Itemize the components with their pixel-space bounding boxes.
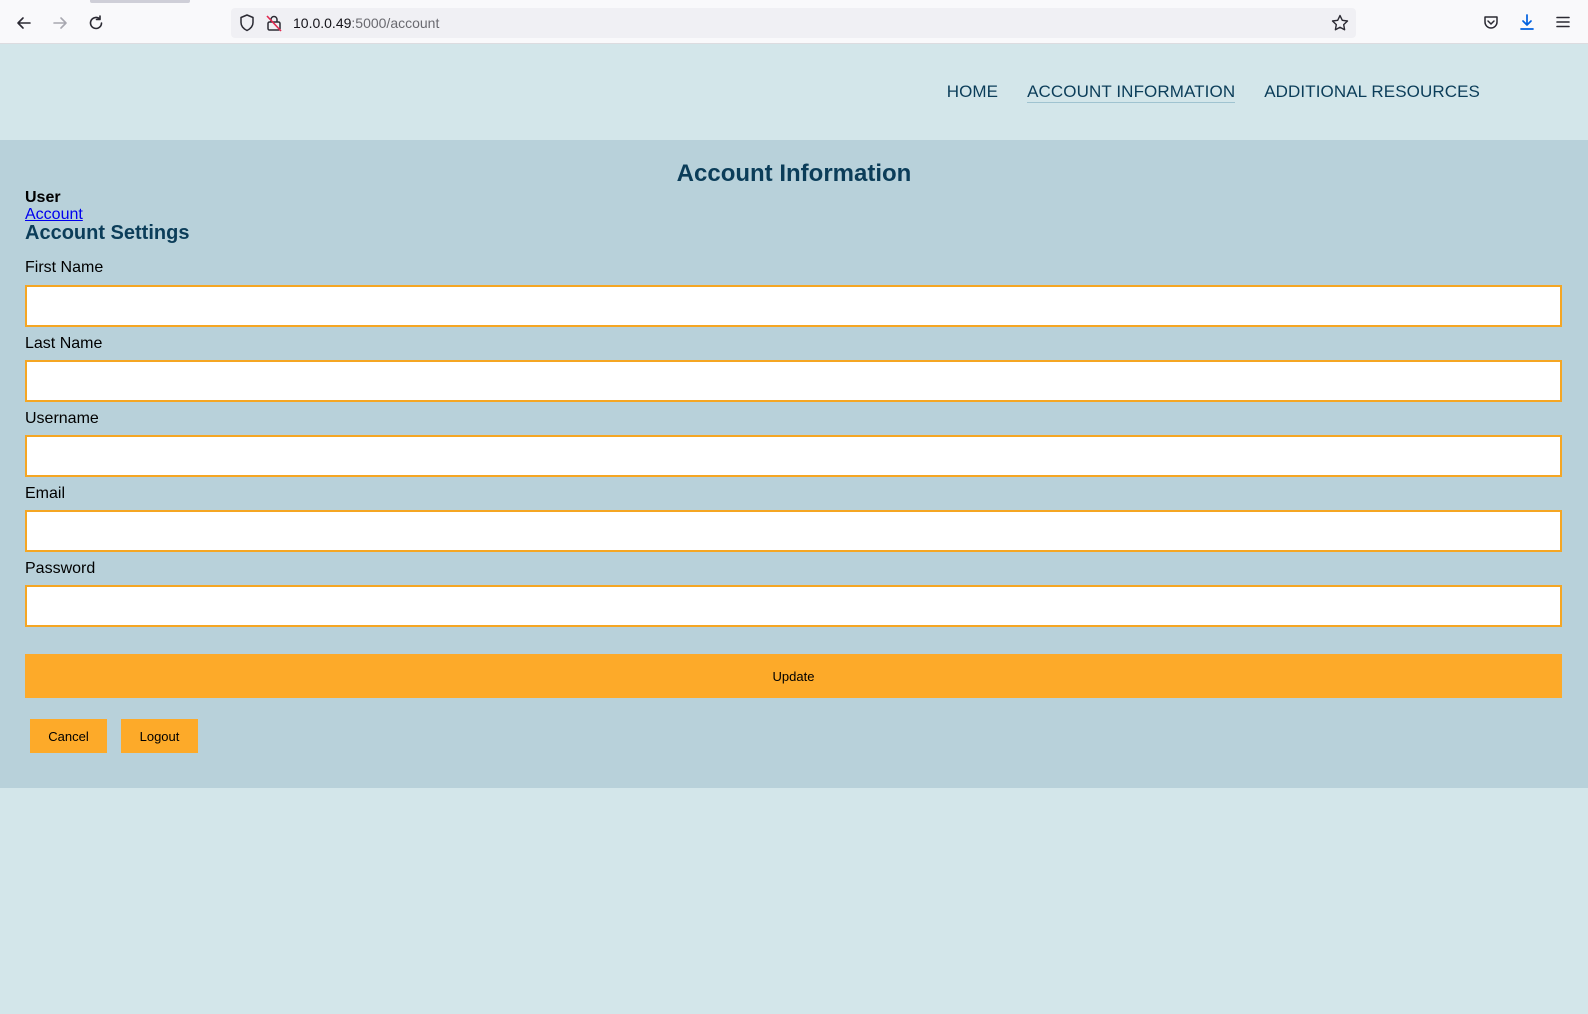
url-host: 10.0.0.49 <box>293 15 352 31</box>
account-settings-heading: Account Settings <box>25 222 190 244</box>
account-panel: Account Information User Account Account… <box>0 140 1588 788</box>
last-name-label: Last Name <box>25 335 103 352</box>
last-name-input[interactable] <box>25 360 1562 402</box>
nav-home-link[interactable]: HOME <box>947 82 998 103</box>
reload-icon[interactable] <box>82 9 110 37</box>
password-input[interactable] <box>25 585 1562 627</box>
email-input[interactable] <box>25 510 1562 552</box>
page-title: Account Information <box>676 160 912 187</box>
nav-account-information-link[interactable]: ACCOUNT INFORMATION <box>1027 82 1236 103</box>
menu-icon[interactable] <box>1551 10 1575 34</box>
cancel-button[interactable]: Cancel <box>30 719 107 753</box>
logout-button[interactable]: Logout <box>121 719 198 753</box>
back-arrow-icon[interactable] <box>10 9 38 37</box>
shield-icon[interactable] <box>237 13 257 38</box>
update-button[interactable]: Update <box>25 654 1562 698</box>
email-label: Email <box>25 485 66 502</box>
user-label: User <box>25 189 61 206</box>
browser-toolbar: 10.0.0.49:5000/account <box>0 0 1588 44</box>
address-bar[interactable]: 10.0.0.49:5000/account <box>231 8 1356 38</box>
first-name-label: First Name <box>25 259 104 276</box>
main-nav: HOME ACCOUNT INFORMATION ADDITIONAL RESO… <box>947 82 1480 103</box>
url-path: :5000/account <box>351 15 440 31</box>
password-label: Password <box>25 560 96 577</box>
nav-additional-resources-link[interactable]: ADDITIONAL RESOURCES <box>1264 82 1480 103</box>
username-label: Username <box>25 410 99 427</box>
insecure-lock-icon[interactable] <box>264 13 284 38</box>
bookmark-star-icon[interactable] <box>1330 13 1350 38</box>
username-input[interactable] <box>25 435 1562 477</box>
url-text[interactable]: 10.0.0.49:5000/account <box>293 15 439 31</box>
first-name-input[interactable] <box>25 285 1562 327</box>
tab-indicator <box>90 0 190 3</box>
download-icon[interactable] <box>1515 10 1539 34</box>
forward-arrow-icon[interactable] <box>46 9 74 37</box>
pocket-icon[interactable] <box>1479 10 1503 34</box>
site-header: HOME ACCOUNT INFORMATION ADDITIONAL RESO… <box>0 44 1588 140</box>
